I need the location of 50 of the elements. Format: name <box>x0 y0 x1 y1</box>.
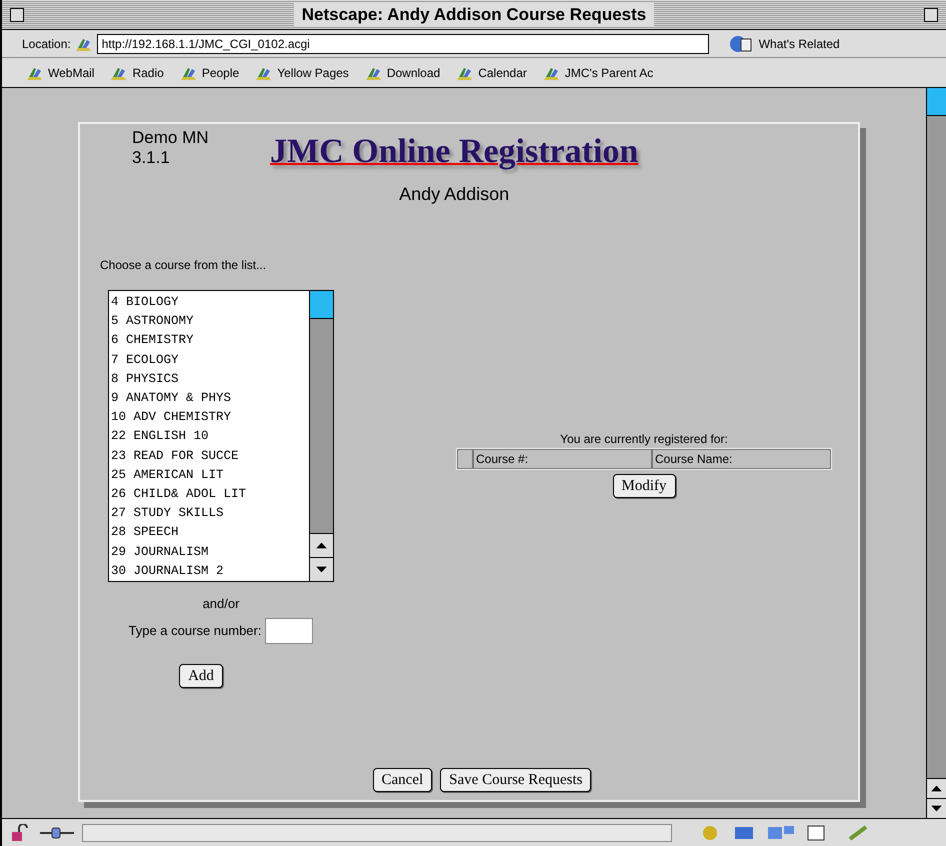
course-option[interactable]: 30 JOURNALISM 2 <box>111 562 309 582</box>
cancel-button[interactable]: Cancel <box>372 768 432 792</box>
registered-title: You are currently registered for: <box>560 431 728 448</box>
page-scrollbar[interactable] <box>926 88 946 818</box>
plug-icon <box>40 826 74 840</box>
course-option[interactable]: 7 ECOLOGY <box>111 350 309 370</box>
prompt-text: Choose a course from the list... <box>100 257 268 274</box>
course-option[interactable]: 22 ENGLISH 10 <box>111 427 309 447</box>
table-header-cell: Course Name: <box>652 449 831 469</box>
whats-related-link[interactable]: What's Related <box>758 34 840 52</box>
course-number-label: Type a course number: <box>128 622 262 640</box>
course-option[interactable]: 4 BIOLOGY <box>111 293 309 312</box>
location-label: Location: <box>22 36 71 52</box>
close-box[interactable] <box>10 8 24 22</box>
bookmark-link[interactable]: Download <box>386 64 440 82</box>
scroll-thumb[interactable] <box>927 88 946 116</box>
student-name: Andy Addison <box>399 183 510 206</box>
bookmark-link[interactable]: Radio <box>132 64 164 82</box>
bookmark-link[interactable]: Calendar <box>478 64 527 82</box>
course-option[interactable]: 10 ADV CHEMISTRY <box>111 408 309 428</box>
table-header-cell: Course #: <box>473 449 652 469</box>
version-text: Demo MN <box>132 128 210 148</box>
bookmark-link[interactable]: People <box>202 64 240 82</box>
registration-heading: JMC Online Registration <box>270 132 638 172</box>
course-option[interactable]: 5 ASTRONOMY <box>111 312 309 332</box>
course-list[interactable] <box>108 290 334 582</box>
course-option[interactable]: 27 STUDY SKILLS <box>111 504 309 524</box>
course-option[interactable]: 23 READ FOR SUCCE <box>111 446 309 466</box>
scroll-thumb[interactable] <box>310 291 333 319</box>
scrollbar[interactable] <box>309 291 333 581</box>
course-option[interactable]: 29 JOURNALISM <box>111 542 309 562</box>
course-option[interactable]: 25 AMERICAN LIT <box>111 466 309 486</box>
save-button[interactable]: Save Course Requests <box>440 768 592 792</box>
url-field[interactable]: http://192.168.1.1/JMC_CGI_0102.acgi <box>96 34 709 54</box>
table-corner-cell <box>457 449 473 469</box>
and-or-text: and/or <box>202 595 240 613</box>
modify-button[interactable]: Modify <box>612 474 676 498</box>
course-option[interactable]: 9 ANATOMY & PHYS <box>111 389 309 408</box>
course-option[interactable]: 6 CHEMISTRY <box>111 331 309 351</box>
window-title: Netscape: Andy Addison Course Requests <box>294 2 654 28</box>
course-option[interactable]: 28 SPEECH <box>111 523 309 543</box>
bookmark-link[interactable]: JMC's Parent Ac <box>564 64 654 82</box>
zoom-box[interactable] <box>924 8 938 22</box>
bookmark-link[interactable]: Yellow Pages <box>277 64 349 82</box>
course-option[interactable]: 8 PHYSICS <box>111 370 309 390</box>
bookmark-link[interactable]: WebMail <box>48 64 94 82</box>
version-text: 3.1.1 <box>132 148 171 168</box>
course-number-field[interactable] <box>265 618 314 644</box>
course-option[interactable]: 26 CHILD& ADOL LIT <box>111 485 309 504</box>
add-button[interactable]: Add <box>179 664 223 688</box>
